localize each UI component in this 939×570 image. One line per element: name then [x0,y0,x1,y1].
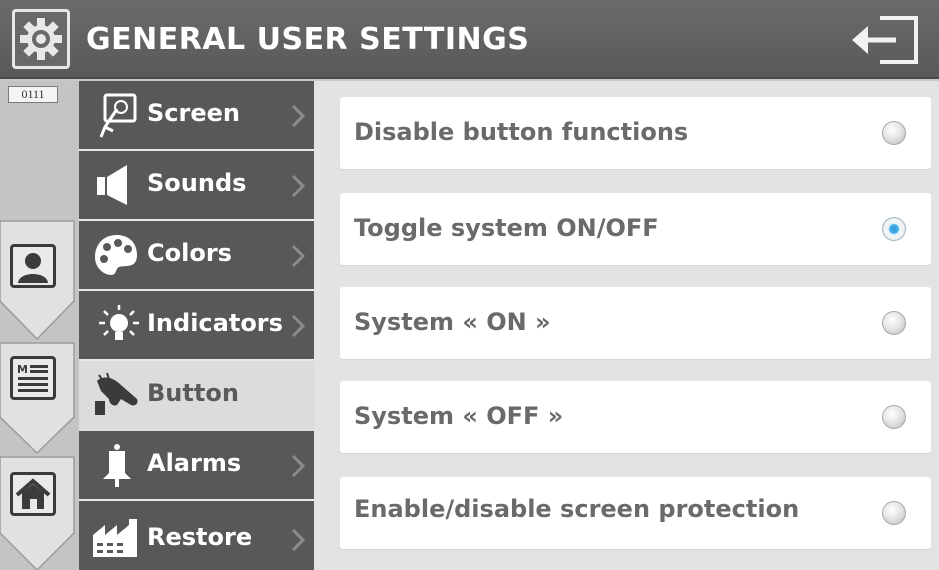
menu-item-label: Restore [147,523,253,551]
menu-tab-button[interactable]: M [10,356,56,400]
gear-icon [20,18,62,60]
option-disable-button-functions[interactable]: Disable button functions [340,97,931,169]
options-panel: Disable button functions Toggle system O… [314,81,939,570]
option-system-on[interactable]: System « ON » [340,287,931,359]
chevron-right-icon [291,314,306,338]
menu-item-label: Button [147,379,239,407]
chevron-right-icon [291,528,306,552]
menu-item-screen[interactable]: Screen [79,81,314,151]
home-tab-button[interactable] [10,472,56,516]
chevron-right-icon [291,104,306,128]
menu-item-sounds[interactable]: Sounds [79,151,314,221]
header-bar: GENERAL USER SETTINGS [0,0,939,79]
menu-item-alarms[interactable]: Alarms [79,431,314,501]
bell-icon [103,444,131,487]
home-icon [15,478,51,509]
page-title: GENERAL USER SETTINGS [86,22,530,57]
radio-button[interactable] [882,405,906,429]
menu-item-label: Sounds [147,169,247,197]
option-label: Enable/disable screen protection [354,495,800,523]
exit-button[interactable] [846,12,924,68]
menu-item-restore[interactable]: Restore [79,501,314,570]
option-label: System « OFF » [354,402,564,430]
menu-item-label: Alarms [147,449,242,477]
menu-item-label: Indicators [147,309,283,337]
settings-button[interactable] [12,9,70,69]
option-toggle-system[interactable]: Toggle system ON/OFF [340,193,931,265]
menu-item-colors[interactable]: Colors [79,221,314,291]
touch-screen-icon [99,93,137,138]
settings-menu: Screen Sounds Colors Indicators Button A… [79,81,314,570]
option-screen-protection[interactable]: Enable/disable screen protection [340,477,931,549]
menu-item-label: Screen [147,99,240,127]
menu-item-button[interactable]: Button [79,361,314,431]
chevron-right-icon [291,244,306,268]
option-system-off[interactable]: System « OFF » [340,381,931,453]
chevron-right-icon [291,454,306,478]
radio-button-selected[interactable] [882,217,906,241]
menu-item-label: Colors [147,239,232,267]
user-tab-button[interactable] [10,244,56,288]
menu-item-indicators[interactable]: Indicators [79,291,314,361]
factory-icon [93,519,137,557]
chevron-right-icon [291,174,306,198]
menu-list-icon: M [17,363,48,392]
option-label: Toggle system ON/OFF [354,214,659,242]
radio-button[interactable] [882,311,906,335]
light-bulb-icon [99,305,139,340]
device-code-label: 0111 [8,86,58,103]
hand-press-icon [95,372,138,415]
option-label: Disable button functions [354,118,689,146]
radio-button[interactable] [882,501,906,525]
speaker-icon [97,165,127,205]
user-icon [18,253,48,283]
exit-icon [852,16,918,64]
option-label: System « ON » [354,308,551,336]
svg-text:M: M [17,363,28,376]
radio-button[interactable] [882,121,906,145]
palette-icon [95,235,137,275]
